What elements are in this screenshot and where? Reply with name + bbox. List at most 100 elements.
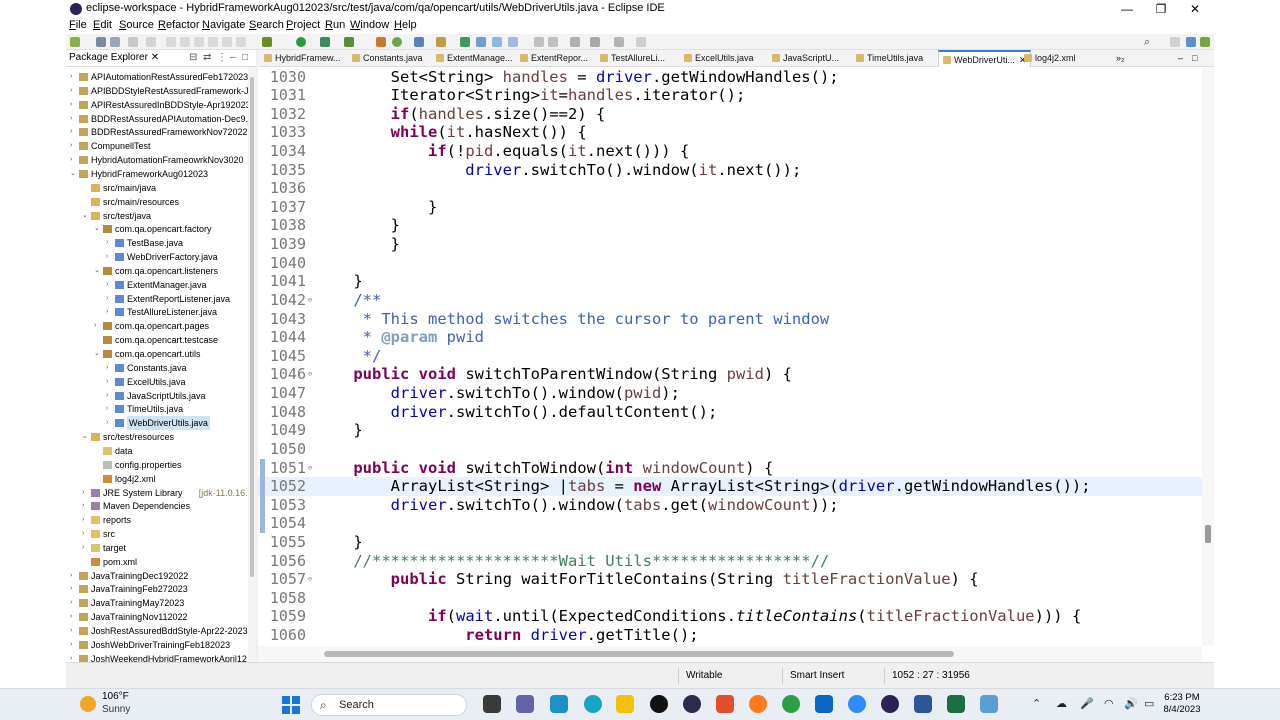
code-line[interactable]: 1031 Iterator<String>it=handles.iterator…	[258, 86, 1202, 105]
step-over-icon[interactable]	[222, 37, 232, 47]
editor-tab[interactable]: ExtentRepor...	[518, 50, 590, 67]
chrome-icon[interactable]	[782, 695, 800, 713]
tree-item[interactable]: ⌄ src/test/resources	[66, 430, 248, 444]
close-icon[interactable]: ✕	[151, 52, 159, 63]
external-tools-icon[interactable]	[344, 37, 354, 47]
menu-help[interactable]: Help	[394, 19, 417, 31]
code-line[interactable]: 1057 ⊖ public String waitForTitleContains…	[258, 570, 1202, 589]
code-line[interactable]: 1056 //********************Wait Utils***…	[258, 552, 1202, 571]
collapse-chevron-icon[interactable]: ›	[70, 638, 78, 652]
code-line[interactable]: 1034 if(!pid.equals(it.next())) {	[258, 142, 1202, 161]
code-line[interactable]: 1048 driver.switchTo().defaultContent();	[258, 403, 1202, 422]
edge-icon[interactable]	[584, 695, 602, 713]
collapse-chevron-icon[interactable]: ›	[106, 305, 114, 319]
expand-chevron-icon[interactable]: ⌄	[94, 222, 102, 236]
editor-vertical-scrollbar[interactable]	[1202, 67, 1214, 646]
new-class-icon[interactable]	[414, 37, 424, 47]
previous-annotation-icon[interactable]	[548, 37, 558, 47]
menu-run[interactable]: Run	[325, 19, 345, 31]
collapse-chevron-icon[interactable]: ›	[82, 499, 90, 513]
snipping-tool-icon[interactable]	[980, 695, 998, 713]
collapse-chevron-icon[interactable]: ›	[70, 624, 78, 638]
step-into-icon[interactable]	[208, 37, 218, 47]
tree-item[interactable]: log4j2.xml	[66, 472, 248, 486]
forward-icon[interactable]	[614, 37, 624, 47]
debug-icon[interactable]	[262, 37, 272, 47]
code-line[interactable]: 1042 ⊖ /**	[258, 291, 1202, 310]
scrollbar-thumb[interactable]	[250, 77, 254, 577]
tree-item[interactable]: › JoshWebDriverTrainingFeb182023	[66, 638, 248, 652]
skip-breakpoints-icon[interactable]	[146, 37, 156, 47]
fold-toggle-icon[interactable]: ⊖	[306, 570, 314, 589]
pin-editor-icon[interactable]	[636, 37, 646, 47]
battery-icon[interactable]: ▭	[1144, 697, 1154, 710]
tree-item[interactable]: › JavaTrainingMay72023	[66, 596, 248, 610]
editor-tab[interactable]: TimeUtils.java	[854, 50, 925, 67]
tree-item[interactable]: › TestBase.java	[66, 236, 248, 250]
tree-item[interactable]: › JavaTrainingFeb272023	[66, 582, 248, 596]
expand-chevron-icon[interactable]: ⌄	[82, 430, 90, 444]
code-line[interactable]: 1059 if(wait.until(ExpectedConditions.ti…	[258, 607, 1202, 626]
start-button[interactable]	[282, 696, 300, 714]
code-line[interactable]: 1040	[258, 254, 1202, 273]
resume-icon[interactable]	[166, 37, 176, 47]
firefox-icon[interactable]	[749, 695, 767, 713]
tree-item[interactable]: ⌄ com.qa.opencart.utils	[66, 347, 248, 361]
menu-edit[interactable]: Edit	[93, 19, 112, 31]
collapse-chevron-icon[interactable]: ›	[70, 139, 78, 153]
code-line[interactable]: 1060 return driver.getTitle();	[258, 626, 1202, 645]
code-line[interactable]: 1058	[258, 589, 1202, 608]
tree-item[interactable]: › target	[66, 541, 248, 555]
print-icon[interactable]	[128, 37, 138, 47]
tree-item[interactable]: › com.qa.opencart.pages	[66, 319, 248, 333]
code-line[interactable]: 1053 driver.switchTo().window(tabs.get(w…	[258, 495, 1202, 515]
collapse-chevron-icon[interactable]: ›	[106, 416, 114, 430]
weather-description[interactable]: Sunny	[102, 704, 130, 715]
microphone-icon[interactable]: 🎤	[1080, 697, 1094, 710]
collapse-chevron-icon[interactable]: ›	[70, 112, 78, 126]
tree-item[interactable]: config.properties	[66, 458, 248, 472]
tree-item[interactable]: › APIRestAssuredInBDDStyle-Apr192023	[66, 98, 248, 112]
fold-toggle-icon[interactable]: ⊖	[306, 365, 314, 384]
collapse-chevron-icon[interactable]: ›	[70, 125, 78, 139]
menu-project[interactable]: Project	[286, 19, 320, 31]
collapse-chevron-icon[interactable]: ›	[70, 84, 78, 98]
code-line[interactable]: 1044 * @param pwid	[258, 328, 1202, 347]
maximize-editor-icon[interactable]: □	[1192, 50, 1197, 67]
collapse-chevron-icon[interactable]: ›	[106, 278, 114, 292]
save-icon[interactable]	[96, 37, 106, 47]
new-java-project-icon[interactable]	[376, 37, 386, 47]
view-menu-icon[interactable]: ⋮	[217, 52, 227, 63]
code-line[interactable]: 1045 */	[258, 347, 1202, 366]
fold-toggle-icon[interactable]: ⊖	[306, 459, 314, 478]
tree-item[interactable]: › WebDriverUtils.java	[66, 416, 248, 431]
editor-tab[interactable]: ExcelUtils.java	[682, 50, 756, 67]
code-line[interactable]: 1054	[258, 514, 1202, 533]
collapse-chevron-icon[interactable]: ›	[70, 582, 78, 596]
collapse-chevron-icon[interactable]: ›	[70, 596, 78, 610]
editor-tab[interactable]: JavaScriptU...	[770, 50, 841, 67]
collapse-chevron-icon[interactable]: ›	[82, 527, 90, 541]
code-line[interactable]: 1038 }	[258, 216, 1202, 235]
new-icon[interactable]	[70, 37, 80, 47]
code-line[interactable]: 1032 if(handles.size()==2) {	[258, 105, 1202, 124]
file-explorer-icon[interactable]	[616, 695, 634, 713]
toggle-mark-occurrences-icon[interactable]	[460, 37, 470, 47]
tree-item[interactable]: ⌄ src/test/java	[66, 209, 248, 223]
minimize-editor-icon[interactable]: –	[1178, 50, 1183, 67]
tree-item[interactable]: › JoshRestAssuredBddStyle-Apr22-2023	[66, 624, 248, 638]
tree-item[interactable]: ⌄ HybridFrameworkAug012023	[66, 167, 248, 181]
coverage-icon[interactable]	[320, 37, 330, 47]
maximize-view-icon[interactable]: □	[242, 52, 248, 63]
editor-tab[interactable]: Constants.java	[350, 50, 425, 67]
tree-item[interactable]: › TimeUtils.java	[66, 402, 248, 416]
word-icon[interactable]	[914, 695, 932, 713]
code-line[interactable]: 1043 * This method switches the cursor t…	[258, 310, 1202, 329]
collapse-chevron-icon[interactable]: ›	[94, 319, 102, 333]
collapse-chevron-icon[interactable]: ›	[106, 292, 114, 306]
tree-item[interactable]: › Maven Dependencies	[66, 499, 248, 513]
tree-item[interactable]: › JavaTrainingNov112022	[66, 610, 248, 624]
code-line[interactable]: 1049 }	[258, 421, 1202, 440]
menu-file[interactable]: File	[69, 19, 87, 31]
debug-perspective-icon[interactable]	[1200, 37, 1210, 47]
